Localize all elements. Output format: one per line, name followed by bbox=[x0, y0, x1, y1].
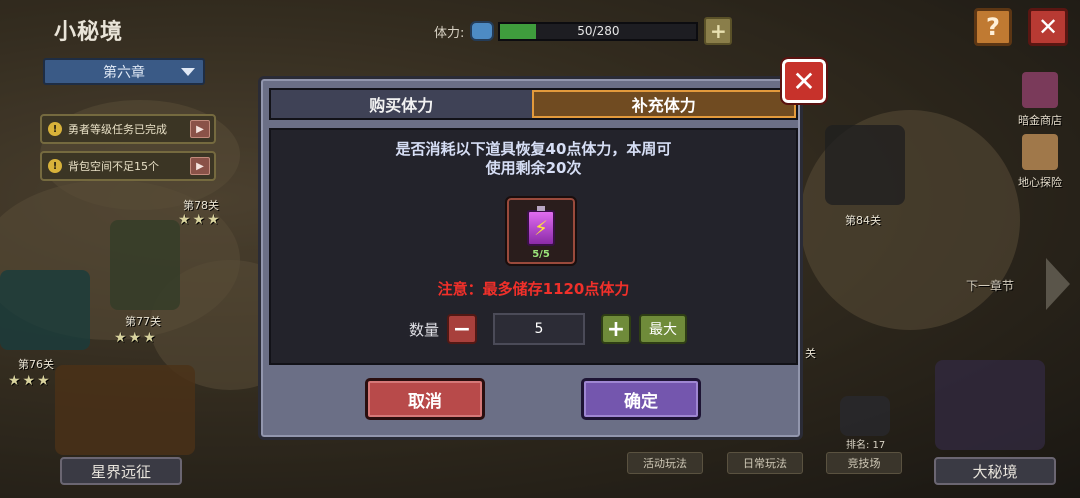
arena-rank: 排名: 17 bbox=[846, 440, 886, 451]
star-expedition-button[interactable]: 星界远征 bbox=[60, 457, 182, 485]
quantity-label: 数量 bbox=[409, 320, 440, 339]
level-label[interactable]: 第76关 bbox=[18, 356, 54, 372]
lightning-icon: ⚡ bbox=[533, 216, 549, 240]
tab-buy-stamina[interactable]: 购买体力 bbox=[271, 90, 532, 118]
message-line: 是否消耗以下道具恢复40点体力，本周可 bbox=[395, 140, 672, 158]
quantity-row: 数量 − + 最大 bbox=[409, 313, 688, 345]
warning-icon: ! bbox=[48, 159, 62, 173]
notice-text: 勇者等级任务已完成 bbox=[68, 123, 167, 136]
help-button[interactable]: ? bbox=[974, 8, 1012, 46]
close-icon: ✕ bbox=[792, 64, 816, 98]
warning-text: 注意：最多储存1120点体力 bbox=[437, 280, 630, 298]
chevron-down-icon bbox=[181, 68, 195, 76]
level-label[interactable]: 第78关 bbox=[183, 197, 219, 213]
item-count: 5/5 bbox=[532, 249, 550, 260]
shop-button[interactable]: 暗金商店 bbox=[1010, 72, 1070, 128]
battery-icon: ⚡ bbox=[527, 206, 555, 246]
increase-button[interactable]: + bbox=[601, 314, 632, 344]
confirm-button[interactable]: 确定 bbox=[581, 378, 701, 420]
chapter-label: 第六章 bbox=[103, 64, 145, 81]
crystal-icon bbox=[1022, 134, 1058, 170]
notice-item[interactable]: ! 背包空间不足15个 ▶ bbox=[40, 151, 216, 181]
star-rating: ★★★ bbox=[178, 212, 222, 228]
chapter-select[interactable]: 第六章 bbox=[43, 58, 205, 85]
add-stamina-button[interactable]: + bbox=[704, 17, 733, 45]
dialog-panel: 是否消耗以下道具恢复40点体力，本周可 使用剩余20次 ⚡ 5/5 注意：最多储… bbox=[269, 128, 798, 365]
message-line: 使用剩余20次 bbox=[485, 159, 582, 177]
stamina-label: 体力: bbox=[434, 25, 465, 41]
minus-icon: − bbox=[452, 316, 472, 342]
max-button[interactable]: 最大 bbox=[639, 314, 688, 344]
dialog-message: 是否消耗以下道具恢复40点体力，本周可 使用剩余20次 bbox=[271, 140, 796, 178]
explore-button[interactable]: 地心探险 bbox=[1010, 134, 1070, 190]
stamina-gem-icon bbox=[470, 21, 495, 41]
shop-label: 暗金商店 bbox=[1018, 114, 1062, 127]
arrow-right-icon[interactable]: ▶ bbox=[190, 157, 210, 175]
close-icon: ✕ bbox=[1037, 13, 1059, 41]
star-rating: ★★★ bbox=[114, 330, 158, 346]
next-chapter-label[interactable]: 下一章节 bbox=[966, 277, 1014, 294]
stamina-meter: 50/280 bbox=[498, 21, 699, 41]
close-page-button[interactable]: ✕ bbox=[1028, 8, 1068, 46]
stamina-dialog: 购买体力 补充体力 ✕ 是否消耗以下道具恢复40点体力，本周可 使用剩余20次 … bbox=[258, 57, 828, 440]
activities-button[interactable]: 活动玩法 bbox=[627, 452, 703, 474]
warning-icon: ! bbox=[48, 122, 62, 136]
dialog-tabs: 购买体力 补充体力 bbox=[269, 88, 798, 120]
chest-icon bbox=[1022, 72, 1058, 108]
quantity-input[interactable] bbox=[493, 313, 586, 345]
stamina-bar: 体力: 50/280 + bbox=[434, 17, 733, 45]
big-secret-button[interactable]: 大秘境 bbox=[934, 457, 1056, 485]
level-label[interactable]: 第77关 bbox=[125, 313, 161, 329]
page-title: 小秘境 bbox=[54, 20, 124, 45]
decrease-button[interactable]: − bbox=[447, 314, 478, 344]
notice-text: 背包空间不足15个 bbox=[68, 160, 159, 173]
arena-button[interactable]: 竞技场 bbox=[826, 452, 902, 474]
explore-label: 地心探险 bbox=[1018, 176, 1062, 189]
item-slot[interactable]: ⚡ 5/5 bbox=[505, 196, 577, 266]
notice-item[interactable]: ! 勇者等级任务已完成 ▶ bbox=[40, 114, 216, 144]
daily-button[interactable]: 日常玩法 bbox=[727, 452, 803, 474]
level-label[interactable]: 关 bbox=[805, 345, 816, 361]
dialog-close-button[interactable]: ✕ bbox=[780, 57, 828, 105]
star-rating: ★★★ bbox=[8, 373, 52, 389]
level-label[interactable]: 第84关 bbox=[845, 212, 881, 228]
tab-refill-stamina[interactable]: 补充体力 bbox=[531, 90, 796, 118]
arrow-right-icon[interactable] bbox=[1046, 258, 1070, 310]
arrow-right-icon[interactable]: ▶ bbox=[190, 120, 210, 138]
plus-icon: + bbox=[606, 316, 626, 342]
help-icon: ? bbox=[986, 13, 1000, 41]
cancel-button[interactable]: 取消 bbox=[365, 378, 485, 420]
stamina-value: 50/280 bbox=[577, 24, 620, 38]
